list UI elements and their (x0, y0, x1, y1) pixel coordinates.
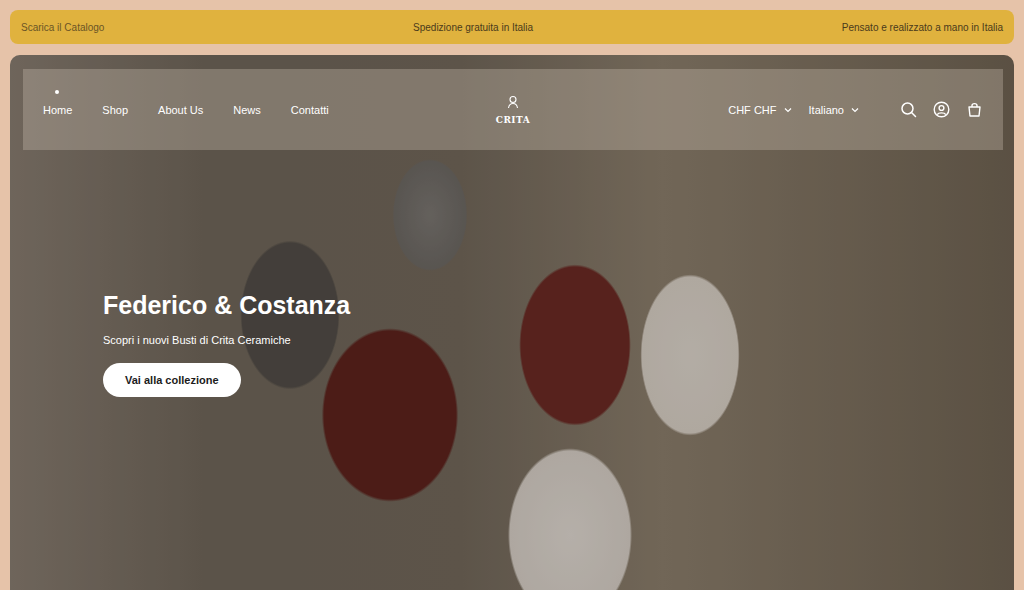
bust-icon (506, 95, 520, 109)
handmade-notice: Pensato e realizzato a mano in Italia (842, 22, 1003, 33)
main-nav: Home Shop About Us News Contatti CRITA C… (23, 69, 1003, 150)
logo-text: CRITA (496, 115, 531, 125)
nav-item[interactable]: About Us (158, 104, 203, 116)
nav-menu: Home Shop About Us News Contatti (43, 104, 496, 116)
catalog-link[interactable]: Scarica il Catalogo (21, 22, 104, 33)
account-icon[interactable] (933, 101, 950, 118)
hero-title: Federico & Costanza (103, 290, 1003, 320)
hero-subtitle: Scopri i nuovi Busti di Crita Ceramiche (103, 334, 1003, 346)
announcement-bar: Scarica il Catalogo Spedizione gratuita … (10, 10, 1014, 44)
chevron-down-icon (783, 105, 793, 115)
nav-icons (900, 101, 983, 118)
hero-banner: Home Shop About Us News Contatti CRITA C… (10, 55, 1014, 590)
currency-select[interactable]: CHF CHF (728, 104, 792, 116)
active-dot (55, 90, 59, 94)
chevron-down-icon (850, 105, 860, 115)
language-select[interactable]: Italiano (809, 104, 860, 116)
logo[interactable]: CRITA (496, 95, 531, 125)
nav-item[interactable]: News (233, 104, 261, 116)
nav-item[interactable]: Contatti (291, 104, 329, 116)
nav-item[interactable]: Home (43, 104, 72, 116)
nav-actions: CHF CHF Italiano (530, 101, 983, 118)
search-icon[interactable] (900, 101, 917, 118)
nav-item[interactable]: Shop (102, 104, 128, 116)
hero-content: Federico & Costanza Scopri i nuovi Busti… (23, 150, 1003, 397)
collection-button[interactable]: Vai alla collezione (103, 363, 241, 397)
cart-icon[interactable] (966, 101, 983, 118)
page: Scarica il Catalogo Spedizione gratuita … (0, 0, 1024, 590)
shipping-notice: Spedizione gratuita in Italia (413, 22, 533, 33)
